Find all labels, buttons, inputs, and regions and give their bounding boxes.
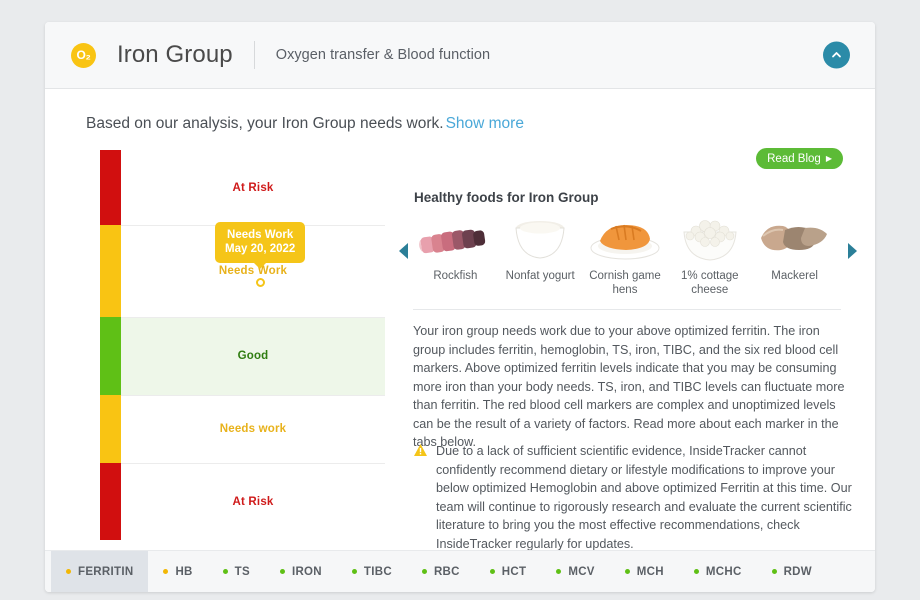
tab-label: IRON — [291, 565, 322, 578]
tab-status-dot — [556, 569, 562, 574]
page-title: Iron Group — [117, 41, 233, 68]
tab-tibc[interactable]: TIBC — [337, 551, 407, 592]
yogurt-bowl-icon — [498, 214, 583, 262]
gauge-zone-labels: At Risk Needs Work Good Needs work At Risk — [121, 150, 385, 540]
tab-label: FERRITIN — [78, 565, 134, 578]
tab-label: TIBC — [363, 565, 392, 578]
tab-mcv[interactable]: MCV — [541, 551, 609, 592]
tooltip-status: Needs Work — [227, 229, 294, 241]
gauge-marker-dot[interactable] — [256, 278, 265, 287]
foods-divider — [413, 309, 841, 310]
tab-status-dot — [66, 569, 71, 574]
tooltip-date: May 20, 2022 — [225, 243, 296, 255]
food-item[interactable]: Rockfish — [413, 214, 498, 297]
rockfish-icon — [413, 214, 498, 262]
evidence-note: Due to a lack of sufficient scientific e… — [413, 442, 865, 553]
food-label: Rockfish — [433, 270, 478, 282]
analysis-text: Based on our analysis, your Iron Group n… — [86, 115, 444, 132]
food-label: Cornish game hens — [589, 270, 661, 296]
tab-status-dot — [489, 569, 495, 574]
foods-carousel: Rockfish Nonfat yogurt Cornish game hens 1%… — [393, 214, 863, 304]
gauge-zone-1 — [100, 225, 121, 317]
gauge-color-bar — [100, 150, 121, 540]
gauge-zone-2 — [100, 317, 121, 395]
tab-iron[interactable]: IRON — [265, 551, 337, 592]
tab-status-dot — [222, 569, 228, 574]
gauge-zone-label: Needs work — [219, 423, 287, 435]
tab-mch[interactable]: MCH — [610, 551, 679, 592]
food-item[interactable]: Mackerel — [752, 214, 837, 297]
right-arrow-icon: ▶ — [825, 154, 832, 163]
food-item[interactable]: Cornish game hens — [583, 214, 668, 297]
food-item[interactable]: Nonfat yogurt — [498, 214, 583, 297]
card-header: O₂ Iron Group Oxygen transfer & Blood fu… — [45, 22, 875, 89]
food-list: Rockfish Nonfat yogurt Cornish game hens 1%… — [413, 214, 837, 297]
roast-hen-icon — [583, 214, 668, 262]
o2-icon: O₂ — [71, 42, 96, 68]
tab-rbc[interactable]: RBC — [407, 551, 475, 592]
gauge-zone-label: Good — [237, 350, 269, 362]
tab-status-dot — [624, 569, 630, 574]
title-divider — [253, 41, 255, 69]
tab-ferritin[interactable]: FERRITIN — [51, 551, 149, 592]
tab-status-dot — [421, 569, 427, 574]
right-triangle-icon — [846, 243, 859, 263]
iron-group-card: O₂ Iron Group Oxygen transfer & Blood fu… — [45, 22, 875, 592]
evidence-note-text: Due to a lack of sufficient scientific e… — [436, 444, 852, 551]
collapse-button[interactable] — [823, 41, 850, 69]
tab-hb[interactable]: HB — [148, 551, 207, 592]
left-triangle-icon — [397, 243, 410, 263]
gauge-zone-3 — [100, 395, 121, 463]
tab-label: RDW — [783, 565, 812, 578]
group-description: Your iron group needs work due to your a… — [413, 324, 845, 449]
gauge-zone-4 — [100, 463, 121, 540]
marker-tabs: FERRITIN HB TS IRON TIBC RBC HCT MCV MCH MCHC RDW — [45, 550, 875, 592]
chevron-up-icon — [830, 49, 843, 62]
cottage-cheese-icon — [667, 214, 752, 262]
tab-status-dot — [771, 569, 777, 574]
tab-rdw[interactable]: RDW — [757, 551, 827, 592]
carousel-prev-button[interactable] — [396, 242, 410, 260]
gauge-zone-label: At Risk — [232, 181, 274, 194]
gauge-zone-0 — [100, 150, 121, 225]
tab-status-dot — [351, 569, 357, 574]
read-blog-button[interactable]: Read Blog ▶ — [756, 148, 843, 169]
tab-label: MCHC — [705, 565, 742, 578]
tab-status-dot — [279, 569, 285, 574]
analysis-summary: Based on our analysis, your Iron Group n… — [86, 115, 524, 133]
show-more-link[interactable]: Show more — [446, 115, 524, 132]
tab-label: TS — [234, 565, 250, 578]
healthy-foods-title: Healthy foods for Iron Group — [414, 190, 599, 205]
tab-status-dot — [693, 569, 699, 574]
tab-label: HB — [175, 565, 193, 578]
tab-ts[interactable]: TS — [208, 551, 265, 592]
page-root: O₂ Iron Group Oxygen transfer & Blood fu… — [0, 0, 920, 600]
group-subtitle: Oxygen transfer & Blood function — [275, 47, 491, 63]
tab-label: HCT — [501, 565, 527, 578]
status-gauge: At Risk Needs Work Good Needs work At Risk N… — [100, 150, 385, 540]
tab-label: RBC — [433, 565, 460, 578]
tab-mchc[interactable]: MCHC — [679, 551, 757, 592]
tab-status-dot — [163, 569, 169, 574]
food-label: 1% cottage cheese — [681, 270, 739, 296]
tab-label: MCV — [568, 565, 595, 578]
carousel-next-button[interactable] — [845, 242, 859, 260]
tab-hct[interactable]: HCT — [475, 551, 542, 592]
warning-triangle-icon — [413, 443, 428, 553]
food-label: Nonfat yogurt — [505, 270, 575, 282]
tab-label: MCH — [636, 565, 664, 578]
food-label: Mackerel — [771, 270, 818, 282]
mackerel-icon — [752, 214, 837, 262]
read-blog-label: Read Blog — [767, 152, 821, 165]
food-item[interactable]: 1% cottage cheese — [667, 214, 752, 297]
gauge-tooltip: Needs Work May 20, 2022 — [215, 222, 306, 263]
gauge-zone-label: At Risk — [232, 495, 274, 508]
